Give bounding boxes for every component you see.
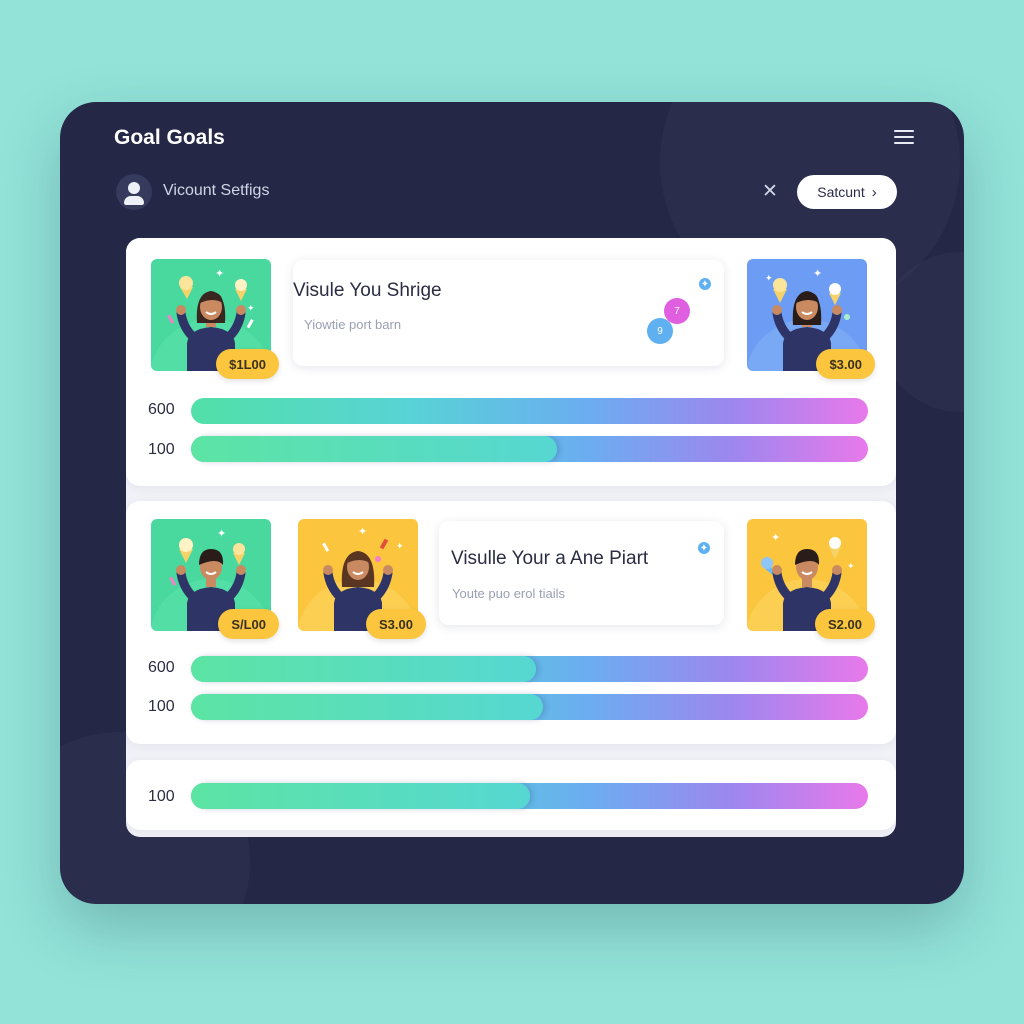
goal-tile[interactable]: ✦ ✦ $1L00: [151, 259, 279, 379]
price-badge: S2.00: [815, 609, 875, 639]
progress-bar-fill: [191, 783, 530, 809]
goal-tile[interactable]: ✦ ✦ S3.00: [298, 519, 426, 639]
svg-text:✦: ✦: [847, 562, 855, 572]
user-icon[interactable]: [116, 174, 152, 210]
progress-bar[interactable]: [191, 436, 868, 462]
svg-text:✦: ✦: [813, 267, 822, 280]
goal-subtitle: Yiowtie port barn: [304, 317, 402, 332]
price-badge: S3.00: [366, 609, 426, 639]
progress-bar[interactable]: [191, 783, 868, 809]
goal-info-card[interactable]: Visule You Shrige Yiowtie port barn ✦ 7 …: [293, 260, 724, 366]
goal-title: Visule You Shrige: [293, 280, 442, 301]
bar-label: 600: [148, 401, 175, 418]
goal-tile[interactable]: ✦ S/L00: [151, 519, 279, 639]
menu-icon[interactable]: [894, 130, 914, 146]
price-badge: $3.00: [816, 349, 875, 379]
blue-dot-badge: 9: [647, 318, 673, 344]
goals-panel: ✦ ✦ $1L00 Visule You Shrige Yiowtie port…: [126, 238, 896, 837]
app-title: Goal Goals: [114, 126, 225, 149]
price-badge: $1L00: [216, 349, 279, 379]
svg-text:✦: ✦: [217, 527, 226, 540]
chevron-right-icon: ›: [871, 183, 877, 201]
progress-bar-fill: [191, 656, 537, 682]
svg-text:✦: ✦: [396, 542, 404, 552]
goal-card: ✦ S/L00 ✦ ✦ S3.00 Visulle Your a Ane Pia…: [126, 501, 896, 744]
goal-card: 100: [126, 760, 896, 830]
bar-label: 100: [148, 441, 175, 458]
sparkle-icon: ✦: [699, 278, 711, 290]
bar-label: 100: [148, 788, 175, 805]
goal-subtitle: Youte puo erol tiails: [452, 586, 565, 601]
svg-text:✦: ✦: [358, 525, 367, 538]
header-button-label: Satcunt: [817, 184, 865, 200]
account-settings-label: Vicount Setfigs: [163, 182, 270, 199]
progress-bar[interactable]: [191, 398, 868, 424]
bar-label: 100: [148, 698, 175, 715]
goal-info-card[interactable]: Visulle Your a Ane Piart Youte puo erol …: [439, 521, 724, 625]
progress-bar-fill: [191, 436, 557, 462]
svg-text:✦: ✦: [771, 531, 780, 544]
goal-title: Visulle Your a Ane Piart: [451, 548, 649, 569]
goal-tile[interactable]: ✦ ✦ $3.00: [747, 259, 875, 379]
svg-text:✦: ✦: [765, 274, 773, 284]
progress-bar-fill: [191, 694, 544, 720]
progress-bar[interactable]: [191, 694, 868, 720]
header-button[interactable]: Satcunt ›: [797, 175, 897, 209]
bar-label: 600: [148, 659, 175, 676]
price-badge: S/L00: [218, 609, 279, 639]
close-icon[interactable]: ✕: [762, 180, 778, 204]
progress-bar[interactable]: [191, 656, 868, 682]
svg-text:✦: ✦: [247, 304, 255, 314]
sparkle-icon: ✦: [698, 542, 710, 554]
svg-text:✦: ✦: [215, 267, 224, 280]
goal-card: ✦ ✦ $1L00 Visule You Shrige Yiowtie port…: [126, 238, 896, 486]
goal-tile[interactable]: ✦ ✦ S2.00: [747, 519, 875, 639]
